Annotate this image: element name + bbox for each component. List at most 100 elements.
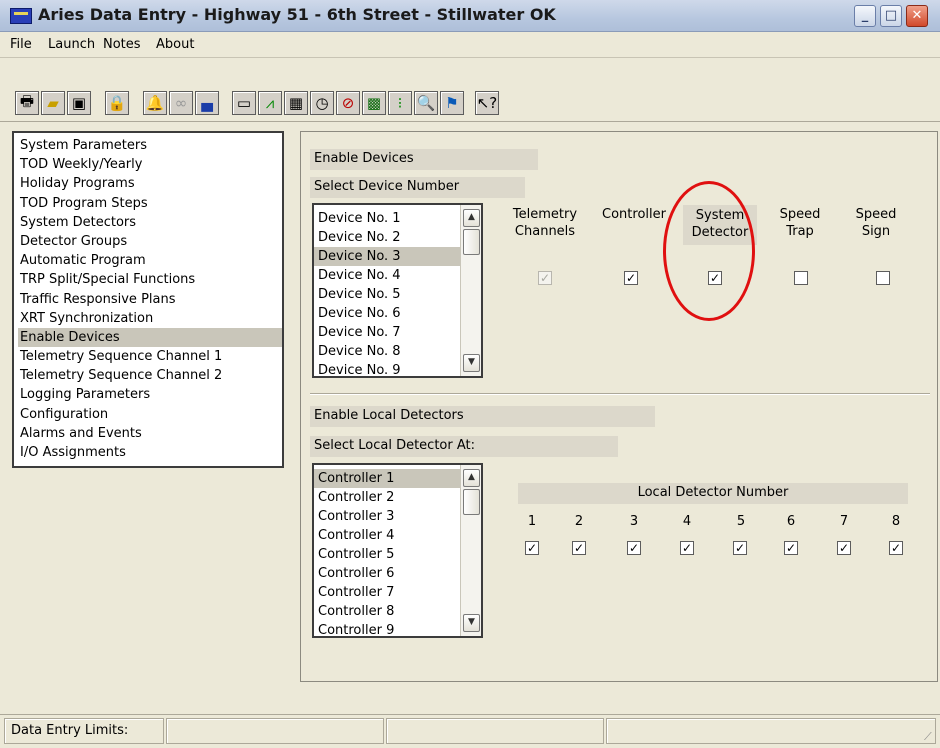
controller-checkbox[interactable]: ✓ xyxy=(624,271,638,285)
traffic-light-button[interactable]: ⁝ xyxy=(388,91,412,115)
device-item-selected[interactable]: Device No. 3 xyxy=(314,247,461,266)
col-telemetry-channels: Telemetry Channels xyxy=(505,206,585,240)
title-bar[interactable]: Aries Data Entry - Highway 51 - 6th Stre… xyxy=(0,0,940,32)
controller-item[interactable]: Controller 9 xyxy=(314,621,481,636)
scroll-thumb[interactable] xyxy=(463,229,480,255)
menu-notes[interactable]: Notes xyxy=(103,37,141,52)
detector-number: 8 xyxy=(891,514,901,529)
device-item[interactable]: Device No. 2 xyxy=(314,228,481,247)
device-item[interactable]: Device No. 5 xyxy=(314,285,481,304)
loader-button[interactable]: ▄ xyxy=(195,91,219,115)
detector-3-checkbox[interactable]: ✓ xyxy=(627,541,641,555)
speed-sign-checkbox[interactable] xyxy=(876,271,890,285)
detector-2-checkbox[interactable]: ✓ xyxy=(572,541,586,555)
flag-button[interactable]: ⚑ xyxy=(440,91,464,115)
nav-item-tod-weekly-yearly[interactable]: TOD Weekly/Yearly xyxy=(18,155,282,174)
clock-button[interactable]: ◷ xyxy=(310,91,334,115)
maximize-button[interactable]: □ xyxy=(880,5,902,27)
detector-8-checkbox[interactable]: ✓ xyxy=(889,541,903,555)
save-button[interactable]: ▣ xyxy=(67,91,91,115)
nav-item-detector-groups[interactable]: Detector Groups xyxy=(18,232,282,251)
grid-button[interactable]: ▦ xyxy=(284,91,308,115)
device-scrollbar[interactable]: ▲ ▼ xyxy=(460,205,481,376)
controller-item[interactable]: Controller 5 xyxy=(314,545,481,564)
nav-item-tod-program-steps[interactable]: TOD Program Steps xyxy=(18,194,282,213)
device-listbox[interactable]: Device No. 1 Device No. 2 Device No. 3 D… xyxy=(312,203,483,378)
controller-item-selected[interactable]: Controller 1 xyxy=(314,469,461,488)
nav-item-enable-devices[interactable]: Enable Devices xyxy=(18,327,282,348)
zoom-button[interactable]: 🔍 xyxy=(414,91,438,115)
select-device-label: Select Device Number xyxy=(310,177,525,198)
nav-item-xrt-synchronization[interactable]: XRT Synchronization xyxy=(18,309,282,328)
padlock-icon: 🔒 xyxy=(107,94,127,112)
speed-trap-checkbox[interactable] xyxy=(794,271,808,285)
nav-item-alarms-events[interactable]: Alarms and Events xyxy=(18,424,282,443)
controller-listbox[interactable]: Controller 1 Controller 2 Controller 3 C… xyxy=(312,463,483,638)
detector-button[interactable]: ▩ xyxy=(362,91,386,115)
nav-item-system-parameters[interactable]: System Parameters xyxy=(18,136,282,155)
help-icon: ↖? xyxy=(476,94,498,112)
detector-1-checkbox[interactable]: ✓ xyxy=(525,541,539,555)
nav-item-trp-split[interactable]: TRP Split/Special Functions xyxy=(18,270,282,289)
controller-item[interactable]: Controller 7 xyxy=(314,583,481,602)
nav-item-holiday-programs[interactable]: Holiday Programs xyxy=(18,174,282,193)
scroll-up-button[interactable]: ▲ xyxy=(463,469,480,487)
col-speed-sign-line1: Speed xyxy=(855,207,897,222)
detector-5-checkbox[interactable]: ✓ xyxy=(733,541,747,555)
open-button[interactable]: ▰ xyxy=(41,91,65,115)
scroll-down-button[interactable]: ▼ xyxy=(463,614,480,632)
device-item[interactable]: Device No. 8 xyxy=(314,342,481,361)
col-telemetry-line2: Channels xyxy=(514,224,576,239)
nav-item-traffic-responsive-plans[interactable]: Traffic Responsive Plans xyxy=(18,290,282,309)
close-icon: ✕ xyxy=(911,8,923,23)
select-local-detector-label: Select Local Detector At: xyxy=(310,436,618,457)
nav-item-configuration[interactable]: Configuration xyxy=(18,405,282,424)
detector-number: 3 xyxy=(629,514,639,529)
nav-item-telemetry-channel-2[interactable]: Telemetry Sequence Channel 2 xyxy=(18,366,282,385)
detector-4-checkbox[interactable]: ✓ xyxy=(680,541,694,555)
chevron-up-icon: ▲ xyxy=(468,212,475,222)
bell-button[interactable]: 🔔 xyxy=(143,91,167,115)
grid-icon: ▦ xyxy=(288,94,304,112)
nav-item-system-detectors[interactable]: System Detectors xyxy=(18,213,282,232)
device-item[interactable]: Device No. 6 xyxy=(314,304,481,323)
device-item[interactable]: Device No. 7 xyxy=(314,323,481,342)
chart-button[interactable]: ⩘ xyxy=(258,91,282,115)
menu-about[interactable]: About xyxy=(156,37,194,52)
resize-grip-icon[interactable]: ⟋ xyxy=(924,730,938,744)
controller-item[interactable]: Controller 4 xyxy=(314,526,481,545)
detector-6-checkbox[interactable]: ✓ xyxy=(784,541,798,555)
nav-item-telemetry-channel-1[interactable]: Telemetry Sequence Channel 1 xyxy=(18,347,282,366)
telemetry-channels-checkbox[interactable]: ✓ xyxy=(538,271,552,285)
col-speed-trap-line2: Trap xyxy=(786,224,814,239)
scroll-up-button[interactable]: ▲ xyxy=(463,209,480,227)
help-button[interactable]: ↖? xyxy=(475,91,499,115)
scroll-thumb[interactable] xyxy=(463,489,480,515)
device-item[interactable]: Device No. 1 xyxy=(314,209,481,228)
controller-scrollbar[interactable]: ▲ ▼ xyxy=(460,465,481,636)
flag-icon: ⚑ xyxy=(445,94,459,112)
nav-item-automatic-program[interactable]: Automatic Program xyxy=(18,251,282,270)
nav-item-io-assignments[interactable]: I/O Assignments xyxy=(18,443,282,462)
scroll-down-button[interactable]: ▼ xyxy=(463,354,480,372)
menu-launch[interactable]: Launch xyxy=(48,37,95,52)
maximize-icon: □ xyxy=(884,8,898,23)
lock-button[interactable]: 🔒 xyxy=(105,91,129,115)
controller-item[interactable]: Controller 8 xyxy=(314,602,481,621)
controller-item[interactable]: Controller 3 xyxy=(314,507,481,526)
detector-number: 6 xyxy=(786,514,796,529)
detector-7-checkbox[interactable]: ✓ xyxy=(837,541,851,555)
controller-item[interactable]: Controller 6 xyxy=(314,564,481,583)
controller-item[interactable]: Controller 2 xyxy=(314,488,481,507)
device-item[interactable]: Device No. 4 xyxy=(314,266,481,285)
print-button[interactable]: 🖶 xyxy=(15,91,39,115)
minimize-button[interactable]: _ xyxy=(854,5,876,27)
close-button[interactable]: ✕ xyxy=(906,5,928,27)
device-item[interactable]: Device No. 9 xyxy=(314,361,481,376)
save-disk-icon: ▣ xyxy=(71,94,87,112)
glasses-button[interactable]: ∞ xyxy=(169,91,193,115)
menu-file[interactable]: File xyxy=(10,37,32,52)
phase-button[interactable]: ⊘ xyxy=(336,91,360,115)
monitor-button[interactable]: ▭ xyxy=(232,91,256,115)
nav-item-logging-parameters[interactable]: Logging Parameters xyxy=(18,385,282,404)
